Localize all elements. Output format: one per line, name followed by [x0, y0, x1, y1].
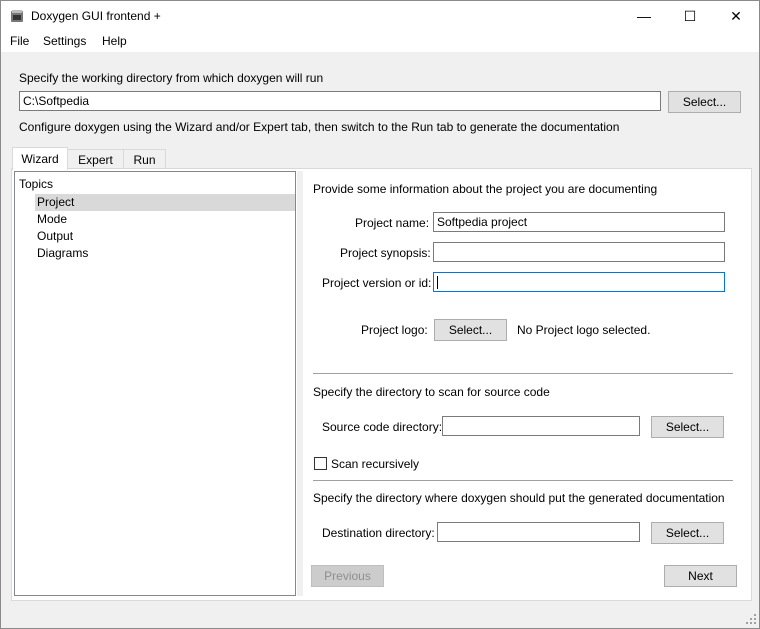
- panel-splitter[interactable]: [297, 171, 303, 596]
- project-synopsis-label: Project synopsis:: [340, 246, 431, 260]
- scan-recursively-label: Scan recursively: [331, 457, 420, 471]
- minimize-icon: —: [637, 8, 651, 24]
- tab-wizard[interactable]: Wizard: [12, 147, 68, 170]
- tab-expert[interactable]: Expert: [67, 149, 124, 169]
- window-title: Doxygen GUI frontend +: [31, 9, 161, 23]
- menu-bar: File Settings Help: [1, 31, 759, 52]
- separator-2: [313, 480, 733, 481]
- resize-grip-icon[interactable]: [745, 613, 757, 625]
- tab-run[interactable]: Run: [123, 149, 166, 169]
- destination-dir-label: Destination directory:: [322, 526, 435, 540]
- source-dir-label: Source code directory:: [322, 420, 443, 434]
- destination-dir-select-button[interactable]: Select...: [651, 522, 724, 544]
- tree-item-project[interactable]: Project: [35, 194, 295, 211]
- destination-dir-input[interactable]: [437, 522, 640, 542]
- maximize-icon: ☐: [683, 7, 697, 24]
- scan-recursively-checkbox[interactable]: [314, 457, 327, 470]
- title-bar[interactable]: Doxygen GUI frontend + — ☐ ✕: [1, 1, 759, 31]
- doxygen-app-icon: [11, 10, 23, 22]
- source-dir-input[interactable]: [442, 416, 640, 436]
- project-name-label: Project name:: [355, 216, 430, 230]
- project-name-input[interactable]: Softpedia project: [433, 212, 725, 232]
- working-dir-input[interactable]: C:\Softpedia: [19, 91, 661, 111]
- menu-help[interactable]: Help: [102, 34, 127, 48]
- tree-item-mode[interactable]: Mode: [37, 212, 67, 226]
- project-logo-label: Project logo:: [361, 323, 428, 337]
- previous-button[interactable]: Previous: [311, 565, 384, 587]
- tree-item-diagrams[interactable]: Diagrams: [37, 246, 88, 260]
- minimize-button[interactable]: —: [621, 1, 667, 31]
- menu-settings[interactable]: Settings: [43, 34, 86, 48]
- close-icon: ✕: [730, 7, 742, 24]
- working-dir-select-button[interactable]: Select...: [668, 91, 741, 113]
- destination-intro: Specify the directory where doxygen shou…: [313, 491, 725, 505]
- text-caret: [437, 276, 438, 290]
- project-logo-select-button[interactable]: Select...: [434, 319, 507, 341]
- next-button[interactable]: Next: [664, 565, 737, 587]
- close-button[interactable]: ✕: [713, 1, 759, 31]
- configure-hint: Configure doxygen using the Wizard and/o…: [19, 120, 620, 134]
- source-dir-select-button[interactable]: Select...: [651, 416, 724, 438]
- main-window: Doxygen GUI frontend + — ☐ ✕ File Settin…: [0, 0, 760, 629]
- project-intro: Provide some information about the proje…: [313, 182, 658, 196]
- topics-tree: Topics Project Mode Output Diagrams: [14, 171, 296, 596]
- source-intro: Specify the directory to scan for source…: [313, 385, 550, 399]
- project-logo-status: No Project logo selected.: [517, 323, 651, 337]
- project-version-label: Project version or id:: [322, 276, 432, 290]
- maximize-button[interactable]: ☐: [667, 1, 713, 31]
- working-dir-label: Specify the working directory from which…: [19, 71, 324, 85]
- project-version-input[interactable]: [433, 272, 725, 292]
- separator-1: [313, 373, 733, 374]
- tree-item-output[interactable]: Output: [37, 229, 73, 243]
- project-synopsis-input[interactable]: [433, 242, 725, 262]
- menu-file[interactable]: File: [10, 34, 29, 48]
- topics-header: Topics: [19, 177, 54, 191]
